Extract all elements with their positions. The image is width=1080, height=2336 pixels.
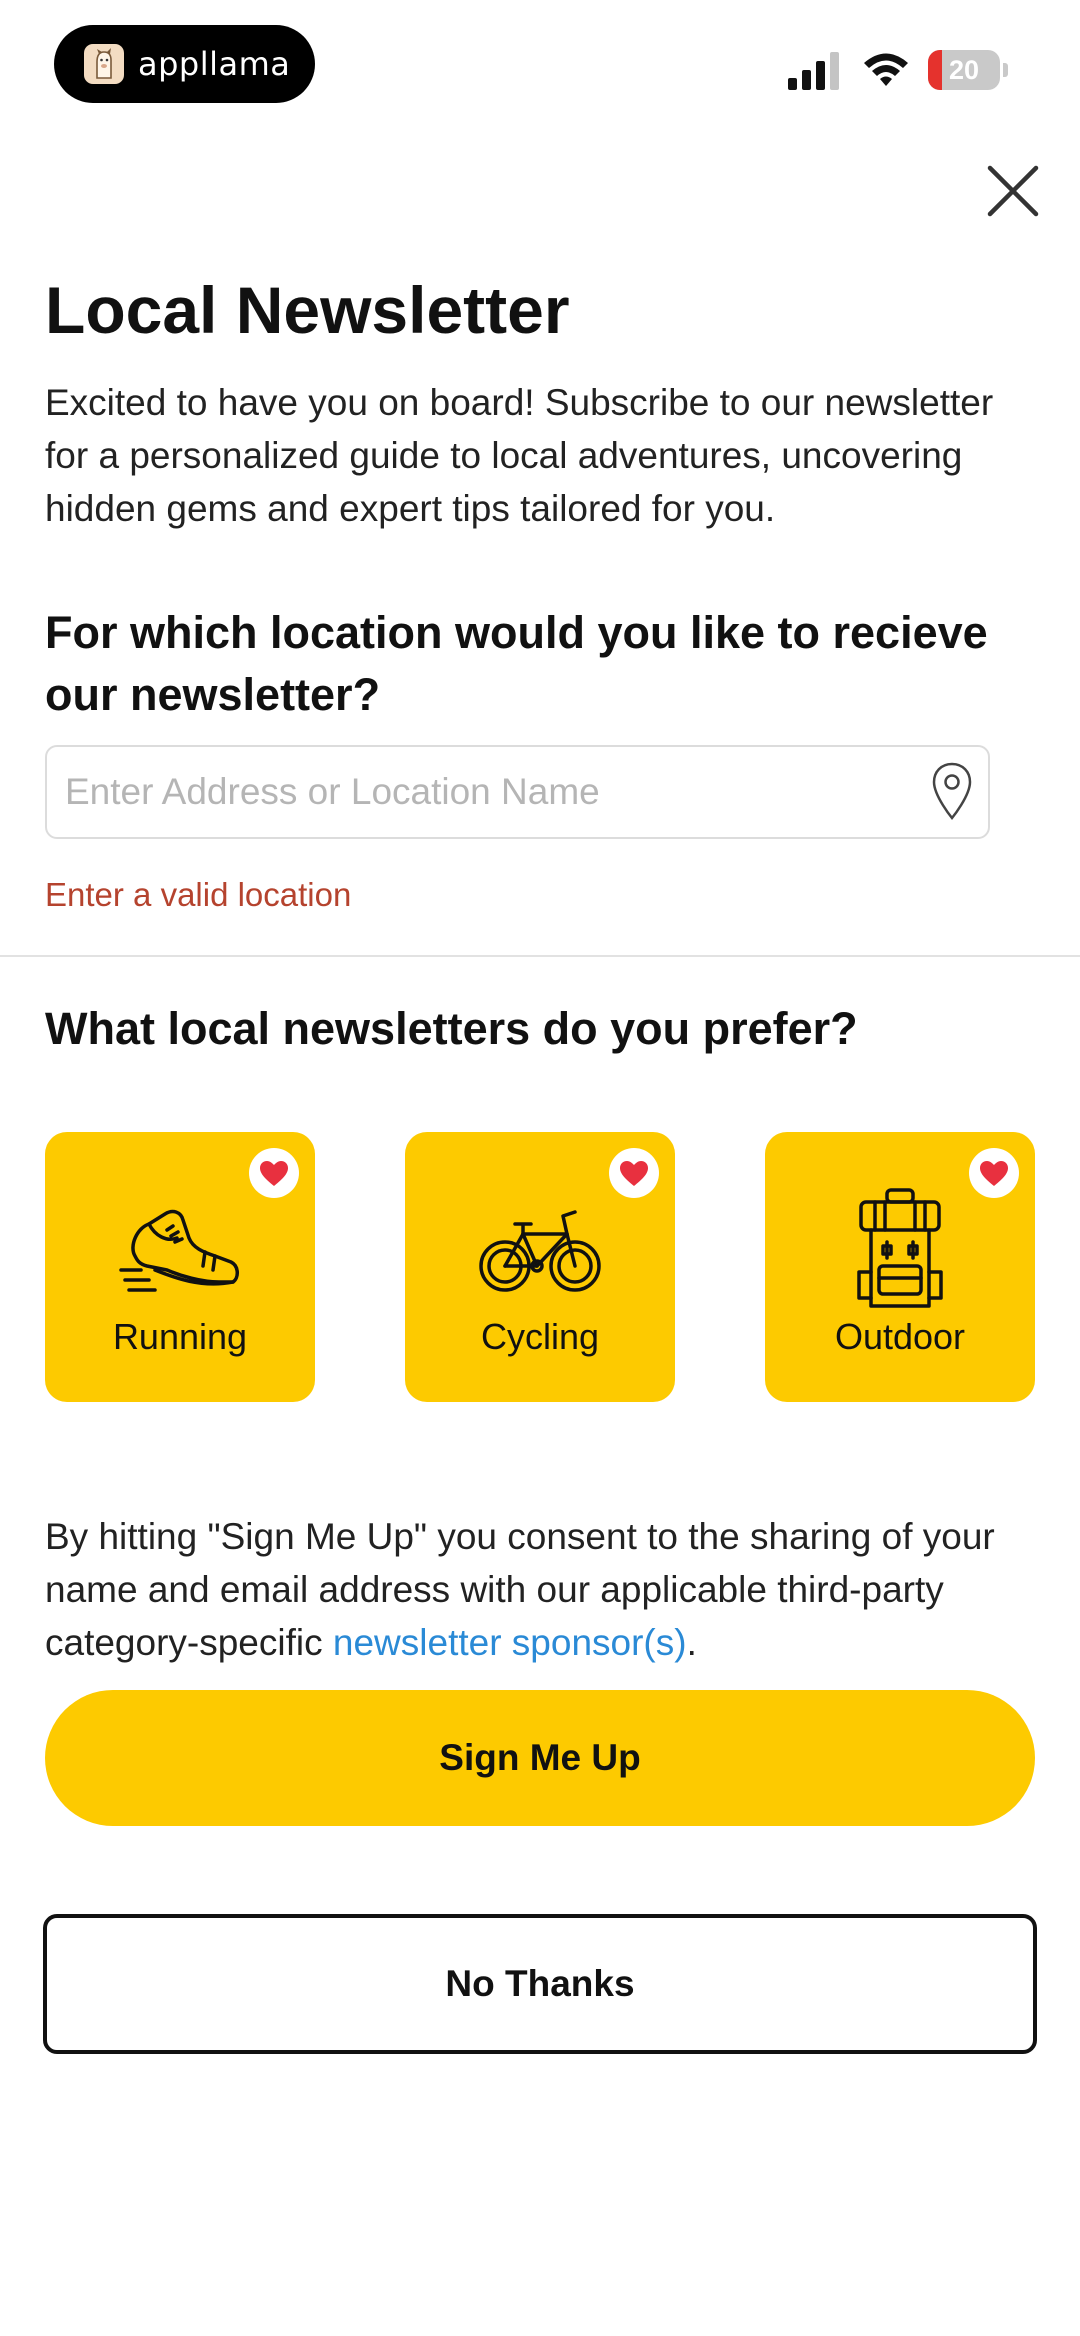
sign-me-up-button[interactable]: Sign Me Up (45, 1690, 1035, 1826)
newsletter-sponsor-link[interactable]: newsletter sponsor(s) (333, 1622, 687, 1663)
app-pill: appllama (54, 25, 315, 103)
category-label: Running (112, 1316, 248, 1357)
heart-icon[interactable] (249, 1148, 299, 1198)
no-thanks-button[interactable]: No Thanks (43, 1914, 1037, 2054)
cellular-signal-icon (788, 52, 839, 90)
category-card-cycling[interactable]: Cycling (405, 1132, 675, 1402)
battery-level: 20 (948, 55, 980, 85)
wifi-icon (864, 53, 908, 86)
backpack-icon (857, 1188, 943, 1308)
location-error: Enter a valid location (45, 876, 352, 913)
location-field[interactable] (45, 745, 990, 839)
app-name: appllama (138, 45, 291, 83)
location-input[interactable] (65, 747, 905, 837)
battery-cap (1003, 63, 1008, 77)
page-title: Local Newsletter (45, 273, 570, 347)
heart-icon[interactable] (969, 1148, 1019, 1198)
category-card-running[interactable]: Running (45, 1132, 315, 1402)
heart-icon[interactable] (609, 1148, 659, 1198)
divider (0, 955, 1080, 957)
location-question: For which location would you like to rec… (45, 607, 988, 720)
intro-text: Excited to have you on board! Subscribe … (45, 382, 994, 529)
running-shoe-icon (119, 1209, 239, 1292)
location-pin-icon[interactable] (930, 761, 974, 823)
close-icon[interactable] (982, 160, 1044, 222)
preferences-title: What local newsletters do you prefer? (45, 1003, 858, 1054)
category-card-outdoor[interactable]: Outdoor (765, 1132, 1035, 1402)
llama-logo-icon (84, 44, 124, 84)
battery-body: 20 (928, 50, 1000, 90)
consent-text: By hitting "Sign Me Up" you consent to t… (45, 1510, 1045, 1669)
bicycle-icon (479, 1210, 601, 1292)
battery-icon: 20 (928, 50, 1008, 90)
status-bar: appllama 20 (0, 0, 1080, 120)
category-label: Outdoor (834, 1316, 966, 1357)
consent-text-after: . (686, 1622, 697, 1663)
category-cards: Running Cycling Outdoor (45, 1132, 1035, 1402)
category-label: Cycling (480, 1316, 600, 1357)
